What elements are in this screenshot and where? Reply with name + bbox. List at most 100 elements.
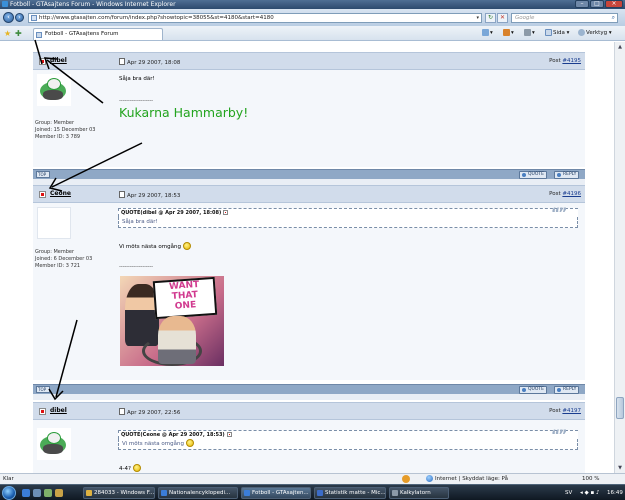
add-favorites-icon[interactable]: ✚: [15, 29, 22, 38]
task-icon: [86, 490, 92, 496]
quote-body: Vi möts nästa omgång: [118, 439, 578, 450]
tab-forum[interactable]: Fotboll - GTAsajtens Forum: [33, 28, 163, 40]
top-button[interactable]: TOP: [36, 386, 50, 393]
url-input[interactable]: http://www.gtasajten.com/forum/index.php…: [28, 13, 482, 23]
search-icon[interactable]: ⌕: [612, 14, 615, 22]
forward-button[interactable]: ›: [15, 13, 24, 22]
globe-icon: [426, 475, 433, 482]
post-message-column: QUOTE(Ceone @ Apr 29 2007, 18:53) Vi möt…: [115, 420, 585, 473]
tray-icons[interactable]: ◂ ◆ ▪ ♪: [580, 487, 599, 499]
maximize-button[interactable]: □: [590, 0, 604, 8]
post-footer: TOP QUOTE REPLY: [33, 384, 585, 394]
post-body: Group: Member Joined: 6 December 03 Memb…: [33, 203, 585, 380]
post-number-link[interactable]: #4196: [562, 191, 581, 197]
quote-header-text: QUOTE(dibel @ Apr 29 2007, 18:08): [121, 210, 222, 216]
post-separator: [33, 394, 585, 400]
post-number-link[interactable]: #4195: [562, 58, 581, 64]
signature-poster-image: WANT THAT ONE: [120, 276, 224, 366]
quote-body: Såja bra där!: [118, 217, 578, 228]
post-number-link[interactable]: #4197: [562, 408, 581, 414]
quote-mark-icon: “”: [551, 428, 567, 444]
search-placeholder: Google: [515, 15, 535, 21]
feeds-button[interactable]: ▾: [503, 29, 514, 38]
gear-icon: [578, 29, 585, 36]
status-bar: Klar Internet | Skyddat läge: På 100 %: [0, 473, 625, 484]
search-input[interactable]: Google ⌕: [511, 13, 618, 23]
post-author-column: Group: Member Joined: 15 December 03 Mem…: [33, 70, 115, 167]
task-label: Kalkylatorn: [400, 490, 431, 496]
task-button[interactable]: Kalkylatorn: [389, 487, 449, 499]
post-date: Apr 29 2007, 18:08: [119, 58, 180, 66]
task-button-active[interactable]: Fotboll - GTAsajten...: [241, 487, 311, 499]
quicklaunch-desktop-icon[interactable]: [33, 489, 41, 497]
quicklaunch-ie-icon[interactable]: [22, 489, 30, 497]
start-button[interactable]: [2, 486, 16, 500]
reply-button[interactable]: REPLY: [554, 171, 580, 179]
print-icon: [524, 29, 531, 36]
poster-name-link[interactable]: dibel: [50, 57, 67, 64]
task-button[interactable]: Nationalencyklopedi...: [158, 487, 238, 499]
post-text: 4-4?: [119, 464, 141, 472]
print-button[interactable]: ▾: [524, 29, 535, 38]
security-icon[interactable]: [402, 475, 410, 483]
quote-link-icon[interactable]: [223, 210, 229, 215]
member-info: Group: Member Joined: 15 December 03 Mem…: [35, 120, 95, 141]
quote-button[interactable]: QUOTE: [519, 171, 547, 179]
scroll-down-icon[interactable]: ▼: [616, 464, 624, 472]
vertical-scrollbar[interactable]: ▲ ▼: [614, 42, 625, 473]
stop-button[interactable]: ✕: [497, 13, 508, 23]
security-zone[interactable]: Internet | Skyddat läge: På: [426, 474, 508, 484]
back-button[interactable]: ‹: [3, 12, 14, 23]
post-text-content: Vi möts nästa omgång: [119, 244, 181, 250]
poster-name-link[interactable]: Ceone: [50, 190, 71, 197]
top-button[interactable]: TOP: [36, 171, 50, 178]
windows-taskbar: 284033 - Windows F... Nationalencykloped…: [0, 484, 625, 500]
favorites-star-icon[interactable]: ★: [4, 29, 11, 38]
quote-button[interactable]: QUOTE: [519, 386, 547, 394]
ie-app-icon: [2, 1, 8, 7]
member-id: Member ID: 3 789: [35, 134, 81, 140]
zoom-level[interactable]: 100 %: [582, 474, 599, 484]
close-button[interactable]: ×: [605, 0, 623, 8]
reply-button[interactable]: REPLY: [554, 386, 580, 394]
smiley-icon: [182, 242, 191, 250]
post-message-column: QUOTE(dibel @ Apr 29 2007, 18:08) Såja b…: [115, 203, 585, 380]
post-author-column: [33, 420, 115, 473]
post-label: Post: [549, 191, 561, 197]
task-button[interactable]: 284033 - Windows F...: [83, 487, 155, 499]
page-menu[interactable]: Sida ▾: [545, 29, 569, 38]
post-body: Group: Member Joined: 15 December 03 Mem…: [33, 70, 585, 167]
clock[interactable]: 16:49: [607, 487, 623, 499]
tab-bar: ★ ✚ Fotboll - GTAsajtens Forum ▾ ▾ ▾ Sid…: [0, 26, 625, 41]
address-bar: ‹ › http://www.gtasajten.com/forum/index…: [0, 9, 625, 26]
member-joined: Joined: 6 December 03: [35, 256, 93, 262]
url-text: http://www.gtasajten.com/forum/index.php…: [39, 15, 274, 21]
member-group: Group: Member: [35, 249, 75, 255]
post-text: Vi möts nästa omgång: [119, 242, 191, 250]
chevron-down-icon[interactable]: ▾: [476, 14, 479, 22]
home-button[interactable]: ▾: [482, 29, 493, 38]
poster-status-icon: [39, 191, 46, 198]
language-indicator[interactable]: SV: [565, 487, 572, 499]
avatar: [37, 74, 71, 106]
task-icon: [317, 490, 323, 496]
task-button[interactable]: Statistik matte - Mic...: [314, 487, 386, 499]
quicklaunch-explorer-icon[interactable]: [55, 489, 63, 497]
poster-status-icon: [39, 408, 46, 415]
post-header: dibel Apr 29 2007, 18:08 Post #4195: [33, 52, 585, 70]
signature-divider: -------------------: [119, 264, 153, 270]
post-message-column: Såja bra där! ------------------- Kukarn…: [115, 70, 585, 167]
refresh-button[interactable]: ↻: [485, 13, 496, 23]
post-body: QUOTE(Ceone @ Apr 29 2007, 18:53) Vi möt…: [33, 420, 585, 473]
poster-name-link[interactable]: dibel: [50, 407, 67, 414]
page-menu-icon: [545, 29, 552, 36]
scrollbar-thumb[interactable]: [616, 397, 624, 419]
poster-figure-seated: [158, 316, 196, 364]
scroll-up-icon[interactable]: ▲: [616, 43, 624, 51]
tools-menu[interactable]: Verktyg ▾: [578, 29, 612, 38]
quicklaunch-media-icon[interactable]: [44, 489, 52, 497]
quote-link-icon[interactable]: [226, 432, 232, 437]
minimize-button[interactable]: –: [575, 0, 589, 8]
quote-header: QUOTE(Ceone @ Apr 29 2007, 18:53): [118, 430, 578, 439]
task-label: Statistik matte - Mic...: [325, 490, 386, 496]
